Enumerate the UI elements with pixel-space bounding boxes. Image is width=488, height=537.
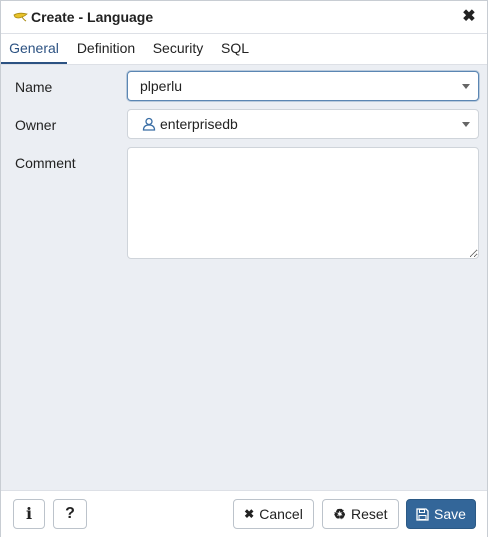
dialog-title: Create - Language <box>31 9 154 25</box>
owner-value: enterprisedb <box>160 116 238 132</box>
tab-security[interactable]: Security <box>147 34 209 64</box>
dialog-footer: i ? ✖ Cancel ♻ Reset Save <box>1 490 487 537</box>
tab-sql[interactable]: SQL <box>215 34 255 64</box>
user-icon <box>142 117 156 131</box>
reset-icon: ♻ <box>333 506 346 522</box>
comment-label: Comment <box>15 155 76 171</box>
cancel-label: Cancel <box>259 506 303 522</box>
cancel-icon: ✖ <box>244 507 255 521</box>
name-select[interactable]: plperlu <box>127 71 479 101</box>
info-button[interactable]: i <box>13 499 45 529</box>
comment-field[interactable] <box>127 147 479 259</box>
info-icon: i <box>25 504 33 523</box>
chevron-down-icon[interactable] <box>462 84 470 89</box>
close-icon[interactable]: ✖ <box>461 8 477 26</box>
owner-select[interactable]: enterprisedb <box>127 109 479 139</box>
save-label: Save <box>434 506 466 522</box>
tab-definition[interactable]: Definition <box>71 34 141 64</box>
language-icon <box>13 12 28 22</box>
save-button[interactable]: Save <box>406 499 476 529</box>
reset-button[interactable]: ♻ Reset <box>322 499 399 529</box>
dialog-titlebar: Create - Language ✖ <box>1 1 487 34</box>
help-button[interactable]: ? <box>53 499 87 529</box>
name-label: Name <box>15 79 53 95</box>
save-icon <box>416 507 429 521</box>
tab-bar: General Definition Security SQL <box>1 34 487 65</box>
cancel-button[interactable]: ✖ Cancel <box>233 499 314 529</box>
owner-label: Owner <box>15 117 57 133</box>
chevron-down-icon[interactable] <box>462 122 470 127</box>
create-language-dialog: Create - Language ✖ General Definition S… <box>0 0 488 537</box>
help-icon: ? <box>65 505 75 522</box>
reset-label: Reset <box>350 506 388 522</box>
name-value: plperlu <box>140 78 183 94</box>
tab-general[interactable]: General <box>1 34 67 64</box>
